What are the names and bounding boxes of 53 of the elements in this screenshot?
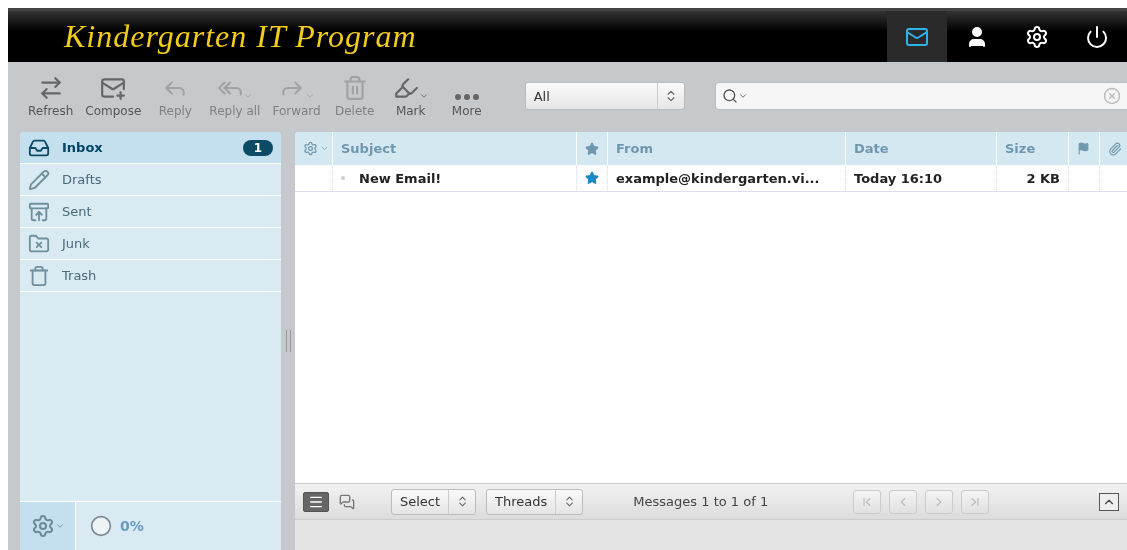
quota-pie-icon <box>90 515 112 537</box>
settings-icon <box>1025 24 1049 49</box>
table-cell <box>1069 165 1100 192</box>
folder-item[interactable]: Inbox 1 <box>20 132 281 164</box>
trash-icon <box>341 74 368 101</box>
table-cell: example@kindergarten.vi... <box>608 165 846 192</box>
trash-icon <box>28 264 50 287</box>
star-icon[interactable] <box>585 170 599 186</box>
table-cell: New Email! <box>333 165 577 192</box>
caret-icon <box>737 91 748 101</box>
column-header[interactable] <box>1100 132 1127 165</box>
settings-icon <box>30 514 55 538</box>
app-title: Kindergarten IT Program <box>62 18 418 55</box>
dots-icon <box>453 92 480 101</box>
column-header[interactable]: Date <box>846 132 997 165</box>
list-options-button[interactable] <box>295 132 333 165</box>
toolbar-button[interactable]: Refresh <box>22 70 80 122</box>
folder-settings-button[interactable] <box>20 502 76 550</box>
threads-dropdown[interactable]: Threads <box>486 488 584 515</box>
unread-count: 1 <box>242 139 273 156</box>
search-icon <box>721 88 738 104</box>
flag-icon <box>1077 142 1090 155</box>
folder-icon <box>28 232 50 255</box>
column-header[interactable]: Subject <box>333 132 577 165</box>
toolbar-button[interactable]: Compose <box>79 70 148 122</box>
pencil-icon <box>28 168 50 191</box>
filter-select[interactable]: All <box>524 82 685 110</box>
caret-icon <box>54 521 65 531</box>
quota-reading: 0% <box>120 518 144 534</box>
nav-button[interactable] <box>887 11 947 62</box>
table-cell: Today 16:10 <box>846 165 997 192</box>
splitter-handle[interactable] <box>285 330 291 352</box>
star-icon <box>585 141 599 156</box>
paperclip-icon <box>1108 141 1122 156</box>
select-dropdown[interactable]: Select <box>391 488 477 515</box>
column-header[interactable] <box>577 132 608 165</box>
list-view-button[interactable] <box>303 491 329 512</box>
clear-icon[interactable] <box>1103 87 1121 105</box>
threads-icon[interactable] <box>339 493 355 510</box>
search-field[interactable] <box>714 82 1127 110</box>
column-header[interactable]: From <box>608 132 846 165</box>
message-count: Messages 1 to 1 of 1 <box>633 494 769 509</box>
column-header[interactable]: Size <box>997 132 1069 165</box>
toolbar-button[interactable]: Mark <box>382 70 439 122</box>
table-cell: 2 KB <box>997 165 1069 192</box>
table-cell <box>295 165 333 192</box>
caret-icon <box>320 144 329 153</box>
tray-up-icon <box>28 200 50 223</box>
power-icon <box>1085 24 1109 49</box>
expand-preview-button[interactable] <box>1099 492 1119 511</box>
column-header[interactable] <box>1069 132 1100 165</box>
toolbar-button[interactable]: More <box>438 70 495 122</box>
settings-icon <box>303 141 318 156</box>
